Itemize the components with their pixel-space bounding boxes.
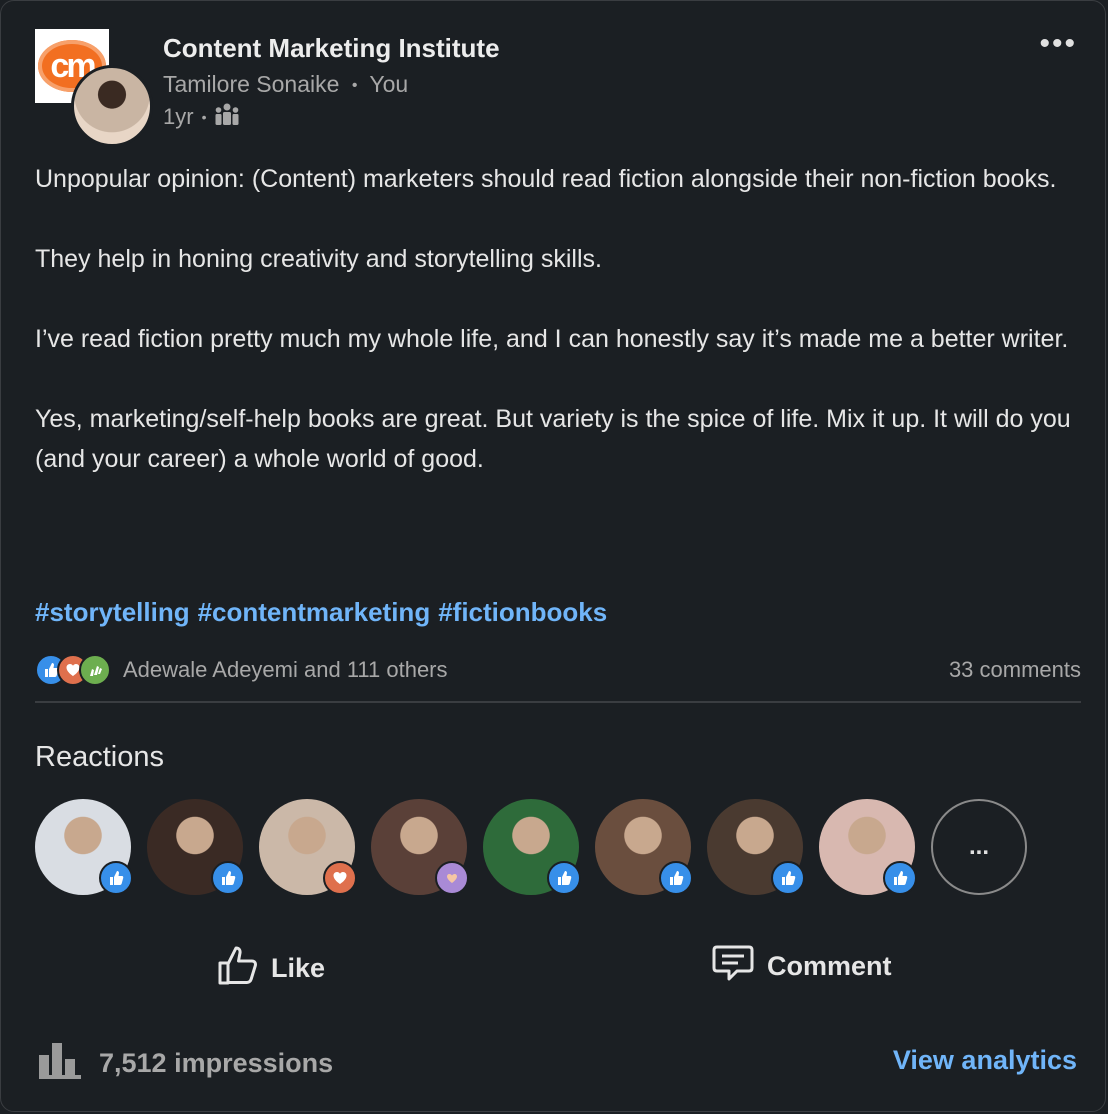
byline-separator: • xyxy=(351,76,358,94)
social-counts: Adewale Adeyemi and 111 others 33 commen… xyxy=(35,653,1081,687)
reactors-summary[interactable]: Adewale Adeyemi and 111 others xyxy=(123,657,448,683)
like-button[interactable]: Like xyxy=(217,943,325,994)
author-avatar[interactable] xyxy=(71,65,153,147)
reactor-avatar[interactable] xyxy=(35,799,133,895)
reactor-avatar[interactable] xyxy=(483,799,581,895)
reactions-heading: Reactions xyxy=(35,741,164,773)
bar-chart-icon xyxy=(37,1041,81,1086)
reactor-avatar[interactable] xyxy=(595,799,693,895)
hashtag-link[interactable]: #storytelling xyxy=(35,597,190,627)
support-icon xyxy=(435,861,469,895)
post-paragraph: Yes, marketing/self-help books are great… xyxy=(35,405,1071,473)
post-body: Unpopular opinion: (Content) marketers s… xyxy=(35,159,1075,519)
reaction-icons[interactable] xyxy=(35,654,111,686)
comments-count[interactable]: 33 comments xyxy=(949,657,1081,683)
like-label: Like xyxy=(271,953,326,983)
org-name[interactable]: Content Marketing Institute xyxy=(163,33,500,64)
post-time[interactable]: 1yr xyxy=(163,104,194,130)
post-card: cm Content Marketing Institute Tamilore … xyxy=(0,0,1106,1112)
like-icon xyxy=(99,861,133,895)
reactor-avatar[interactable] xyxy=(259,799,357,895)
reactions-avatar-list: ... xyxy=(35,799,1027,895)
love-icon xyxy=(323,861,357,895)
hashtags: #storytelling #contentmarketing #fictionbo… xyxy=(35,597,615,628)
support-icon xyxy=(79,654,111,686)
reactor-avatar[interactable] xyxy=(707,799,805,895)
post-paragraph: They help in honing creativity and story… xyxy=(35,245,602,273)
impressions-count: 7,512 impressions xyxy=(99,1048,334,1078)
like-icon xyxy=(211,861,245,895)
reactor-avatar[interactable] xyxy=(371,799,469,895)
you-label: You xyxy=(369,71,409,97)
comment-icon xyxy=(711,943,755,990)
reactor-avatar[interactable] xyxy=(147,799,245,895)
post-paragraph: Unpopular opinion: (Content) marketers s… xyxy=(35,165,1057,193)
view-analytics-link[interactable]: View analytics xyxy=(893,1045,1077,1076)
reactor-avatar[interactable] xyxy=(819,799,917,895)
thumbs-up-icon xyxy=(217,943,259,994)
impressions-stat: 7,512 impressions xyxy=(37,1041,333,1086)
like-icon xyxy=(659,861,693,895)
hashtag-link[interactable]: #fictionbooks xyxy=(438,597,607,627)
comment-label: Comment xyxy=(767,951,892,981)
more-reactions-button[interactable]: ... xyxy=(931,799,1027,895)
author-name[interactable]: Tamilore Sonaike xyxy=(163,71,339,97)
byline: Tamilore Sonaike • You xyxy=(163,71,408,98)
like-icon xyxy=(771,861,805,895)
comment-button[interactable]: Comment xyxy=(711,943,892,990)
like-icon xyxy=(547,861,581,895)
like-icon xyxy=(883,861,917,895)
divider xyxy=(35,701,1081,703)
meta-separator: • xyxy=(201,109,207,125)
people-group-icon xyxy=(214,103,240,131)
post-paragraph: I’ve read fiction pretty much my whole l… xyxy=(35,325,1069,353)
hashtag-link[interactable]: #contentmarketing xyxy=(198,597,431,627)
post-meta: 1yr • xyxy=(163,103,240,131)
more-options-icon[interactable]: ••• xyxy=(1039,27,1077,61)
